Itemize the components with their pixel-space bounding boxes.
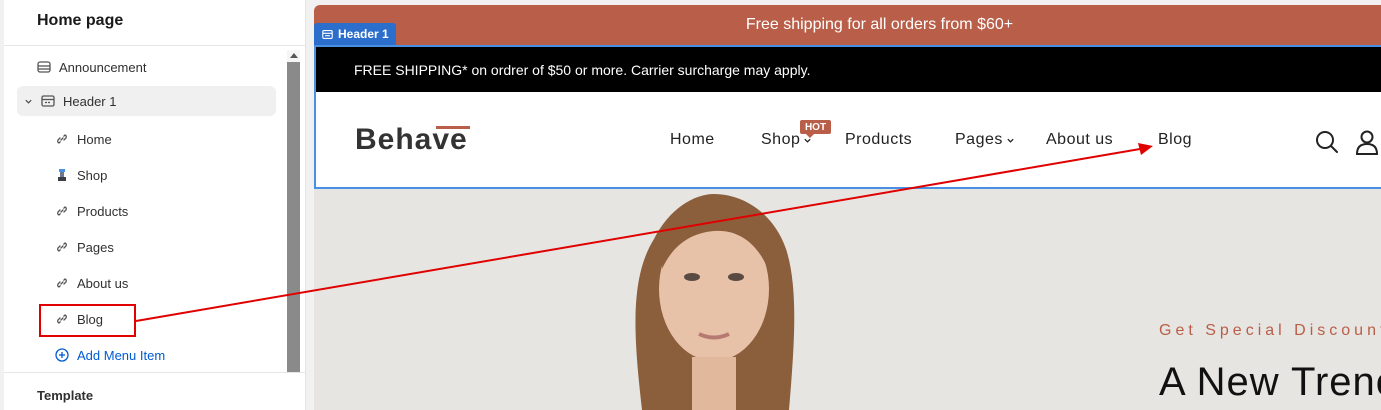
sidebar-item-label: Products	[77, 203, 129, 219]
nav-label: About us	[1046, 131, 1114, 148]
sidebar-item-label: Home	[77, 131, 112, 147]
sidebar-item-pages[interactable]: Pages	[55, 232, 114, 262]
sidebar-item-home[interactable]: Home	[55, 124, 112, 154]
link-icon	[55, 132, 69, 146]
header-badge-label: Header 1	[338, 27, 389, 41]
add-menu-item-label: Add Menu Item	[77, 347, 166, 363]
link-icon	[55, 204, 69, 218]
nav-label: Pages	[955, 131, 1003, 148]
sidebar-item-label: Pages	[77, 239, 114, 255]
nav-label: Products	[845, 131, 913, 148]
sidebar-item-about-us[interactable]: About us	[55, 268, 128, 298]
promo-text: FREE SHIPPING* on ordrer of $50 or more.…	[354, 61, 811, 78]
theme-preview: Free shipping for all orders from $60+ F…	[314, 5, 1381, 410]
chevron-down-icon[interactable]	[23, 96, 33, 106]
nav-label: Shop	[761, 131, 801, 148]
link-icon	[55, 240, 69, 254]
nav-item-pages[interactable]: Pages	[955, 131, 1015, 149]
sidebar-item-label: About us	[77, 275, 129, 291]
nav-label: Blog	[1158, 131, 1193, 148]
header-section-icon	[41, 94, 55, 108]
nav-item-home[interactable]: Home	[670, 131, 715, 149]
scrollbar-thumb[interactable]	[287, 62, 300, 372]
nav-label: Home	[670, 131, 715, 148]
divider	[4, 372, 306, 373]
nav-item-about-us[interactable]: About us	[1046, 131, 1113, 149]
sidebar-item-announcement[interactable]: Announcement	[37, 52, 146, 82]
sidebar-item-label: Announcement	[59, 59, 147, 75]
sidebar: Home page Announcement Header 1 Home Sho…	[4, 0, 306, 410]
annotation-highlight-box	[39, 304, 136, 337]
announcement-text: Free shipping for all orders from $60+	[745, 16, 1014, 33]
announcement-bar[interactable]: Free shipping for all orders from $60+	[314, 5, 1381, 45]
shop-icon	[55, 168, 69, 182]
link-icon	[55, 276, 69, 290]
hero-title: A New Trenc	[1159, 360, 1381, 404]
account-icon[interactable]	[1354, 129, 1380, 155]
logo-accent-bar	[436, 126, 470, 129]
hero-model-image	[614, 189, 814, 410]
nav-item-blog[interactable]: Blog	[1158, 131, 1192, 149]
sidebar-item-header-1[interactable]: Header 1	[17, 86, 276, 116]
announcement-icon	[37, 60, 51, 74]
promo-bar: FREE SHIPPING* on ordrer of $50 or more.…	[316, 47, 1381, 92]
hot-badge: HOT	[800, 120, 831, 138]
search-icon[interactable]	[1314, 129, 1340, 155]
sidebar-item-label: Header 1	[63, 93, 117, 109]
nav-item-products[interactable]: Products	[845, 131, 912, 149]
sidebar-item-label: Shop	[77, 167, 108, 183]
plus-circle-icon	[55, 348, 69, 362]
sidebar-item-shop[interactable]: Shop	[55, 160, 107, 190]
scroll-up-arrow-icon[interactable]	[288, 50, 299, 60]
app-window: Home page Announcement Header 1 Home Sho…	[0, 0, 1381, 410]
template-section-title: Template	[37, 388, 94, 403]
header-section-badge[interactable]: Header 1	[314, 23, 396, 45]
hero-subtitle: Get Special Discount o	[1159, 322, 1381, 339]
header-section-icon	[322, 29, 333, 40]
chevron-down-icon	[1006, 136, 1015, 145]
divider	[4, 45, 306, 46]
sidebar-title: Home page	[37, 12, 124, 29]
sidebar-item-products[interactable]: Products	[55, 196, 128, 226]
add-menu-item-button[interactable]: Add Menu Item	[55, 340, 165, 370]
